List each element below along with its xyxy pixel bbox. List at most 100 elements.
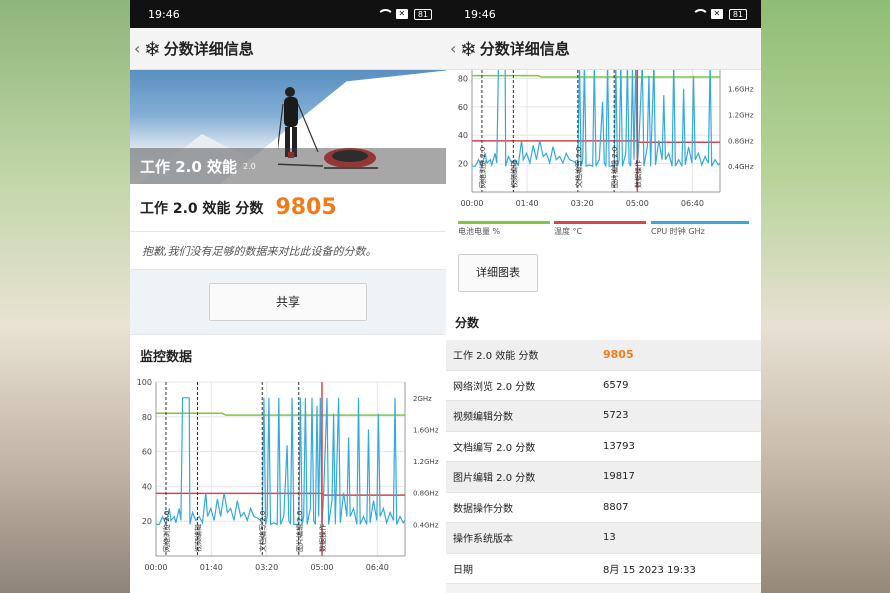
y-right-tick-label: 1.6GHz xyxy=(413,426,439,434)
score-label: 工作 2.0 效能 分数 xyxy=(140,200,264,217)
status-icons: ✕ 81 xyxy=(376,8,432,20)
row-value: 13793 xyxy=(603,440,635,452)
legend-battery-swatch xyxy=(458,221,550,224)
hero-caption: 工作 2.0 效能 2.0 xyxy=(130,148,446,184)
detail-chart-area: 详细图表 xyxy=(446,242,761,304)
x-tick-label: 01:40 xyxy=(516,199,539,208)
table-row: 日期 8月 15 2023 19:33 xyxy=(446,553,761,584)
monitor-section-title: 监控数据 xyxy=(130,334,446,374)
battery-icon: 81 xyxy=(728,8,747,20)
status-bar: 19:46 ✕ 81 xyxy=(446,0,761,28)
row-name: 日期 xyxy=(453,564,473,576)
table-row: 文档编写 2.0 分数 13793 xyxy=(446,431,761,462)
table-row: 图片编辑 2.0 分数 19817 xyxy=(446,462,761,493)
row-name: 视频编辑分数 xyxy=(453,412,513,424)
y-right-tick-label: 0.8GHz xyxy=(728,137,754,145)
app-snowflake-icon: ❄ xyxy=(460,36,477,61)
table-row: 视频编辑分数 5723 xyxy=(446,401,761,432)
score-row: 工作 2.0 效能 分数 9805 xyxy=(130,184,446,232)
y-right-tick-label: 1.6GHz xyxy=(728,86,754,94)
series-line-0 xyxy=(472,74,720,78)
table-row: 数据操作分数 8807 xyxy=(446,492,761,523)
row-name: 数据操作分数 xyxy=(453,503,513,515)
legend-cpu-swatch xyxy=(651,221,749,224)
row-value: 8月 15 2023 19:33 xyxy=(603,564,696,576)
y-left-tick-label: 20 xyxy=(458,160,468,169)
x-tick-label: 00:00 xyxy=(144,563,167,572)
status-time: 19:46 xyxy=(148,7,180,21)
row-value: 6579 xyxy=(603,379,629,391)
y-right-tick-label: 2GHz xyxy=(413,395,432,403)
y-left-tick-label: 40 xyxy=(458,131,468,140)
row-name: 文档编写 2.0 分数 xyxy=(453,442,536,454)
row-value: 19817 xyxy=(603,471,635,483)
phase-marker-label: 数据操作 xyxy=(633,160,642,188)
x-tick-label: 03:20 xyxy=(571,199,594,208)
row-value: 5723 xyxy=(603,410,629,422)
legend-cpu-label: CPU 时钟 GHz xyxy=(651,227,705,236)
background-left xyxy=(0,0,130,593)
score-value: 9805 xyxy=(275,195,337,220)
row-value: 13 xyxy=(603,532,616,544)
legend-battery-label: 电池电量 % xyxy=(458,227,501,236)
monitor-chart-container: 00:00 01:40 03:20 05:00 06:40 20 40 60 80 100 0.4G… xyxy=(130,374,446,593)
phase-marker-label: 网络浏览 2.0 xyxy=(162,511,171,552)
phone-screen-left: 19:46 ✕ 81 ‹ ❄ 分数详细信息 工作 2.0 效能 2.0 工作 2… xyxy=(130,0,446,593)
phase-marker-label: 视频编辑 xyxy=(194,524,203,552)
legend-temperature-label: 温度 °C xyxy=(554,227,583,236)
phase-marker-label: 图片编辑 2.0 xyxy=(295,511,304,552)
series-line-0 xyxy=(156,412,405,416)
x-tick-label: 05:00 xyxy=(310,563,333,572)
back-button[interactable]: ‹ xyxy=(134,39,142,58)
wifi-icon xyxy=(376,9,394,19)
y-left-tick-label: 100 xyxy=(137,378,152,387)
status-time: 19:46 xyxy=(464,7,496,21)
row-name: 操作系统版本 xyxy=(453,534,513,546)
row-name: 图片编辑 2.0 分数 xyxy=(453,473,536,485)
header: ‹ ❄ 分数详细信息 xyxy=(446,28,761,70)
battery-icon: 81 xyxy=(413,8,432,20)
row-value: 8807 xyxy=(603,501,629,513)
chart-legend: 电池电量 % 温度 °C CPU 时钟 GHz xyxy=(446,220,761,242)
y-left-tick-label: 40 xyxy=(142,482,152,491)
back-button[interactable]: ‹ xyxy=(450,39,458,58)
share-button[interactable]: 共享 xyxy=(209,283,367,321)
share-area: 共享 xyxy=(130,270,446,334)
sim-off-icon: ✕ xyxy=(395,9,408,19)
hero-version: 2.0 xyxy=(243,161,256,171)
phase-marker-label: 文档编写 2.0 xyxy=(574,147,583,188)
y-left-tick-label: 20 xyxy=(142,517,152,526)
phase-marker-label: 数据操作 xyxy=(318,524,327,552)
table-row: 工作 2.0 效能 分数 9805 xyxy=(446,340,761,371)
benchmark-hero-image: 工作 2.0 效能 2.0 xyxy=(130,70,446,184)
detail-chart-button[interactable]: 详细图表 xyxy=(458,254,538,292)
header: ‹ ❄ 分数详细信息 xyxy=(130,28,446,70)
status-bar: 19:46 ✕ 81 xyxy=(130,0,446,28)
scores-section-title: 分数 xyxy=(446,304,761,340)
x-tick-label: 03:20 xyxy=(255,563,278,572)
phase-marker-label: 图片编辑 2.0 xyxy=(610,147,619,188)
x-tick-label: 06:40 xyxy=(681,199,704,208)
row-name: 工作 2.0 效能 分数 xyxy=(453,351,539,363)
app-snowflake-icon: ❄ xyxy=(144,36,161,61)
legend-temperature: 温度 °C xyxy=(554,221,646,237)
table-row: 操作系统版本 13 xyxy=(446,523,761,554)
table-row: 网络浏览 2.0 分数 6579 xyxy=(446,370,761,401)
legend-temperature-swatch xyxy=(554,221,646,224)
y-left-tick-label: 80 xyxy=(142,413,152,422)
y-right-tick-label: 1.2GHz xyxy=(413,458,439,466)
row-name: 网络浏览 2.0 分数 xyxy=(453,381,536,393)
score-table: 工作 2.0 效能 分数 9805 网络浏览 2.0 分数 6579 视频编辑分… xyxy=(446,340,761,584)
monitor-chart: 00:00 01:40 03:20 05:00 06:40 20 40 60 80 100 0.4G… xyxy=(137,378,439,572)
y-left-tick-label: 60 xyxy=(458,103,468,112)
wifi-icon xyxy=(691,9,709,19)
y-right-tick-label: 0.4GHz xyxy=(413,521,439,529)
y-left-tick-label: 80 xyxy=(458,74,468,83)
y-right-tick-label: 0.4GHz xyxy=(728,163,754,171)
hero-title: 工作 2.0 效能 xyxy=(140,157,238,176)
y-right-tick-label: 0.8GHz xyxy=(413,490,439,498)
monitor-chart-container-scrolled: 00:0001:4003:2005:0006:40204060801000.4G… xyxy=(446,46,761,220)
phase-marker-label: 视频编辑 xyxy=(509,160,518,188)
phone-screen-right: 19:46 ✕ 81 ‹ ❄ 分数详细信息 00:00 01:40 03:20 05:… xyxy=(446,0,761,593)
sim-off-icon: ✕ xyxy=(710,9,723,19)
